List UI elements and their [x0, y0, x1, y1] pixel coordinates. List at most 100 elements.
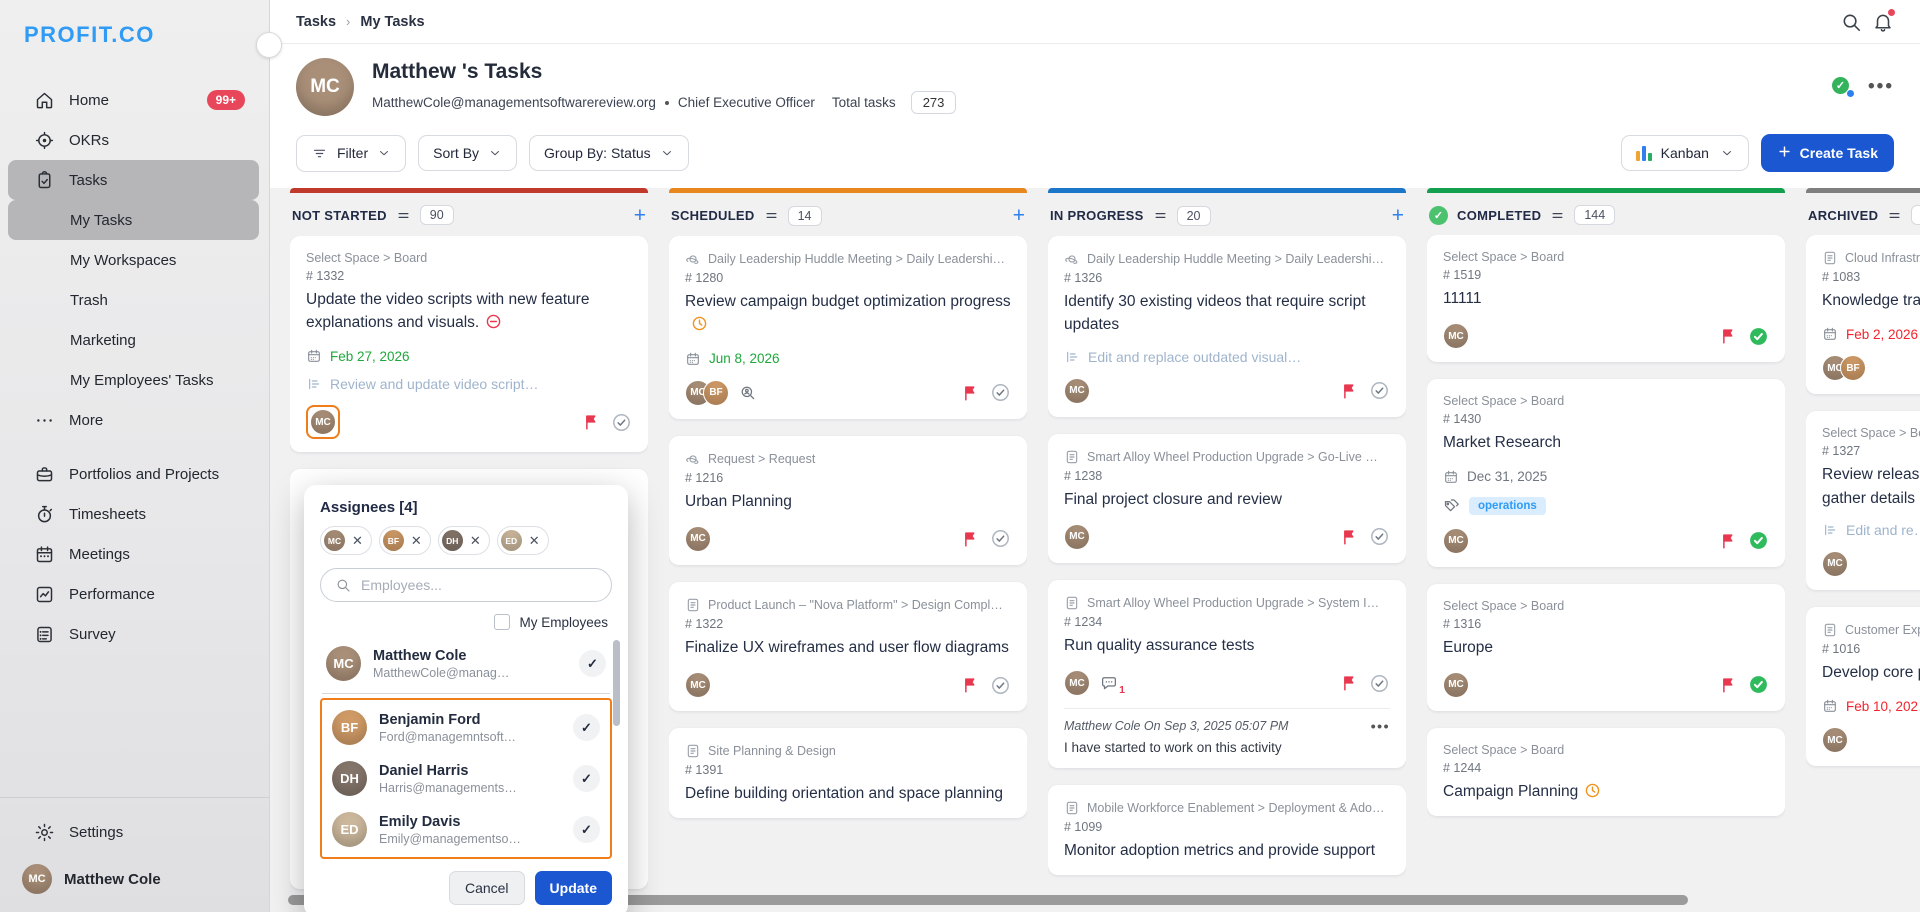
comment-more-button[interactable]: •••	[1371, 718, 1390, 734]
assignee-search-icon[interactable]	[739, 384, 757, 402]
notifications-bell-icon[interactable]	[1872, 8, 1895, 33]
card-assignees[interactable]: MC BF	[1822, 355, 1866, 382]
flag-icon[interactable]	[1719, 327, 1737, 345]
more-options-button[interactable]: •••	[1868, 76, 1894, 98]
avatar[interactable]: MC	[324, 530, 345, 551]
task-card[interactable]: Mobile Workforce Enablement > Deployment…	[1048, 785, 1406, 876]
task-card[interactable]: Product Launch – "Nova Platform" > Desig…	[669, 581, 1027, 711]
cancel-button[interactable]: Cancel	[448, 871, 525, 905]
remove-assignee-icon[interactable]: ✕	[470, 534, 481, 547]
selected-check-icon[interactable]: ✓	[573, 714, 600, 741]
task-card[interactable]: Daily Leadership Huddle Meeting > Daily …	[1048, 236, 1406, 417]
avatar[interactable]: MC	[310, 409, 336, 436]
task-card[interactable]: Select Space > Board # 1519 11111 MC	[1427, 235, 1785, 363]
task-card[interactable]: Customer Expe… # 1016 Develop core p… Feb 1…	[1806, 606, 1920, 766]
avatar[interactable]: MC	[1064, 523, 1090, 550]
flag-icon[interactable]	[1340, 382, 1358, 400]
task-card[interactable]: Select Space > Boa… # 1327 Review release……	[1806, 411, 1920, 590]
task-card[interactable]: Cloud Infrastru… # 1083 Knowledge tra… Feb …	[1806, 235, 1920, 395]
flag-icon[interactable]	[582, 413, 600, 431]
employee-row[interactable]: BF Benjamin Ford Ford@managemntsoft… ✓	[326, 702, 606, 753]
sidebar-item-meetings[interactable]: Meetings	[8, 534, 259, 574]
sidebar-item-portfolios-and-projects[interactable]: Portfolios and Projects	[8, 454, 259, 494]
create-task-button[interactable]: Create Task	[1760, 134, 1894, 172]
mark-complete-icon[interactable]	[990, 528, 1011, 549]
mark-complete-icon[interactable]	[611, 412, 632, 433]
view-selector[interactable]: Kanban	[1620, 135, 1749, 171]
mark-complete-icon[interactable]	[990, 382, 1011, 403]
sidebar-item-marketing[interactable]: Marketing	[8, 320, 259, 360]
tag-pill[interactable]: operations	[1469, 496, 1546, 515]
sidebar-item-trash[interactable]: Trash	[8, 280, 259, 320]
flag-icon[interactable]	[961, 384, 979, 402]
task-card[interactable]: Site Planning & Design # 1391 Define build…	[669, 728, 1027, 819]
mark-complete-icon[interactable]	[1369, 380, 1390, 401]
flag-icon[interactable]	[1719, 532, 1737, 550]
popup-scrollbar[interactable]	[613, 640, 620, 726]
task-card[interactable]: Select Space > Board # 1332 Update the vid…	[290, 235, 648, 453]
breadcrumb-my-tasks[interactable]: My Tasks	[360, 14, 424, 30]
card-assignees[interactable]: MC	[1443, 323, 1469, 350]
flag-icon[interactable]	[961, 530, 979, 548]
avatar[interactable]: MC	[685, 525, 711, 552]
comment-icon[interactable]: 1	[1100, 674, 1125, 696]
card-checklist[interactable]: Edit and re…	[1822, 522, 1920, 538]
employee-search[interactable]	[320, 568, 612, 602]
avatar[interactable]: MC	[326, 646, 361, 681]
status-sync-icon[interactable]: ✓	[1832, 77, 1856, 98]
task-completed-icon[interactable]	[1748, 674, 1769, 695]
task-card[interactable]: Daily Leadership Huddle Meeting > Daily …	[669, 236, 1027, 419]
employee-row[interactable]: ED Emily Davis Emily@managementso… ✓	[326, 804, 606, 855]
task-card[interactable]: Select Space > Board # 1430 Market Researc…	[1427, 379, 1785, 567]
remove-assignee-icon[interactable]: ✕	[411, 534, 422, 547]
card-assignees[interactable]: MC	[1443, 527, 1469, 554]
column-menu-icon[interactable]	[1550, 208, 1565, 223]
sidebar-item-okrs[interactable]: OKRs	[8, 120, 259, 160]
flag-icon[interactable]	[961, 676, 979, 694]
mark-complete-icon[interactable]	[1369, 526, 1390, 547]
sidebar-user[interactable]: MC Matthew Cole	[0, 858, 269, 894]
card-assignees[interactable]: MC	[1822, 550, 1848, 577]
card-assignees[interactable]: MC	[685, 672, 711, 698]
card-assignees[interactable]: MC	[1822, 727, 1848, 753]
update-button[interactable]: Update	[534, 871, 612, 905]
search-icon[interactable]	[1840, 11, 1862, 33]
add-task-plus-button[interactable]: +	[1392, 205, 1404, 226]
card-assignees[interactable]: MC BF	[685, 379, 729, 406]
sidebar-item-my-workspaces[interactable]: My Workspaces	[8, 240, 259, 280]
card-checklist[interactable]: Edit and replace outdated visual…	[1064, 349, 1390, 365]
filter-button[interactable]: Filter	[296, 134, 407, 172]
avatar[interactable]: BF	[332, 710, 367, 745]
assignee-highlight[interactable]: MC	[306, 405, 340, 440]
breadcrumb-tasks[interactable]: Tasks	[296, 14, 336, 30]
sidebar-item-performance[interactable]: Performance	[8, 574, 259, 614]
remove-assignee-icon[interactable]: ✕	[352, 534, 363, 547]
avatar[interactable]: ED	[332, 812, 367, 847]
column-menu-icon[interactable]	[1887, 208, 1902, 223]
card-assignees[interactable]: MC	[1064, 377, 1090, 404]
selected-check-icon[interactable]: ✓	[573, 816, 600, 843]
avatar[interactable]: BF	[382, 530, 404, 551]
sort-by-button[interactable]: Sort By	[418, 135, 518, 171]
group-by-button[interactable]: Group By: Status	[529, 135, 689, 171]
task-card[interactable]: Select Space > Board # 1244 Campaign Plann…	[1427, 727, 1785, 816]
card-assignees[interactable]: MC	[310, 409, 336, 436]
card-checklist[interactable]: Review and update video script…	[306, 376, 632, 392]
add-task-plus-button[interactable]: +	[634, 205, 646, 226]
flag-icon[interactable]	[1719, 676, 1737, 694]
avatar[interactable]: MC	[1443, 671, 1469, 698]
add-task-plus-button[interactable]: +	[1013, 205, 1025, 226]
card-assignees[interactable]: MC	[1443, 671, 1469, 698]
sidebar-item-tasks[interactable]: Tasks	[8, 160, 259, 200]
task-card[interactable]: Smart Alloy Wheel Production Upgrade > G…	[1048, 433, 1406, 563]
avatar[interactable]: DH	[332, 761, 367, 796]
avatar[interactable]: MC	[685, 672, 711, 698]
selected-check-icon[interactable]: ✓	[573, 765, 600, 792]
employee-row[interactable]: DH Daniel Harris Harris@managements… ✓	[326, 753, 606, 804]
avatar[interactable]: DH	[441, 530, 463, 551]
avatar[interactable]: BF	[703, 379, 729, 406]
employee-row[interactable]: MC Matthew Cole MatthewCole@manag… ✓	[320, 638, 612, 689]
card-assignees[interactable]: MC	[685, 525, 711, 552]
avatar[interactable]: MC	[1822, 550, 1848, 577]
avatar[interactable]: MC	[1064, 377, 1090, 404]
